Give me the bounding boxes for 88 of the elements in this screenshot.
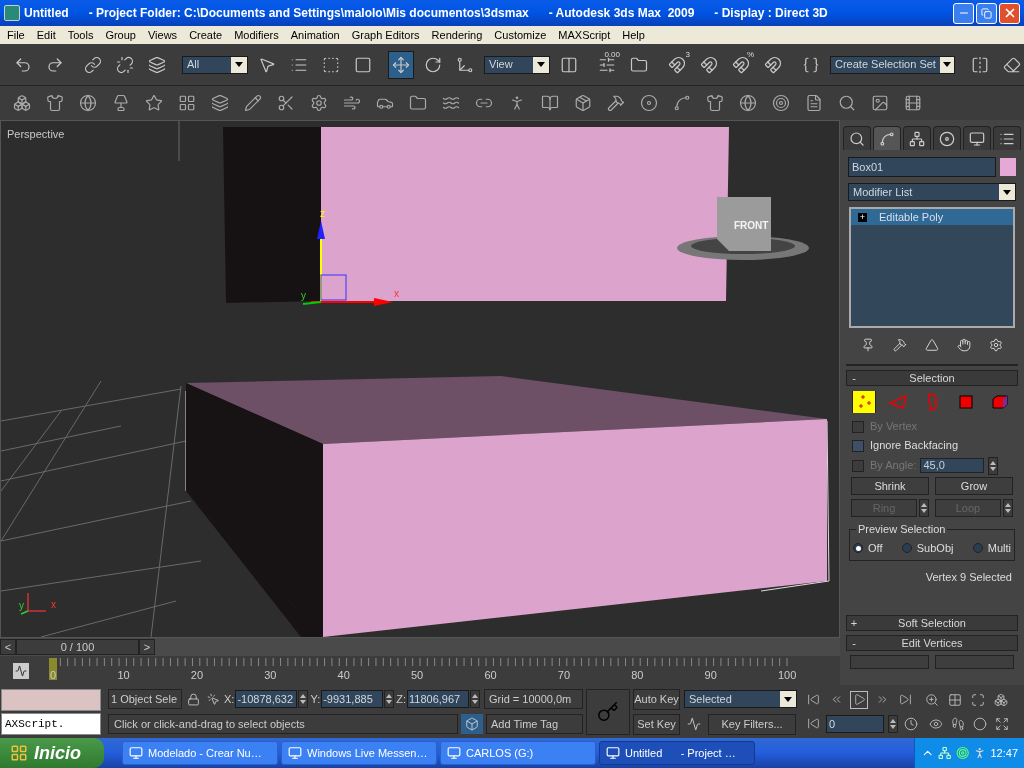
toolbar-dropdown[interactable]: All	[182, 55, 248, 74]
rollout-header[interactable]: - Selection	[846, 370, 1018, 386]
toolbar-dropdown[interactable]: View	[484, 55, 550, 74]
frame-number: 10	[117, 668, 130, 681]
time-next-button[interactable]: >	[139, 639, 155, 655]
stack-item[interactable]: + Editable Poly	[851, 209, 1013, 225]
group-title: Preview Selection	[856, 522, 948, 536]
axis-label: x	[51, 599, 56, 610]
coordinate-axis-label: Y:	[310, 691, 321, 707]
rollout-header[interactable]: + Soft Selection	[846, 615, 1018, 631]
frame-number: 20	[190, 668, 204, 681]
coordinate-field[interactable]: -9931,885	[321, 690, 384, 708]
rollout-toggle: -	[847, 369, 861, 387]
coordinate-field[interactable]: 11806,967	[407, 690, 469, 708]
time-prev-button[interactable]: <	[0, 639, 16, 655]
perspective-viewport[interactable]: z y x y x FRONT Perspective	[0, 120, 840, 638]
viewport-label[interactable]: Perspective	[7, 126, 65, 143]
frame-number: 80	[631, 668, 644, 681]
track-bar[interactable]: 0 10 20 30 40 50 60 70 80 90 100	[49, 657, 809, 684]
axis-label: z	[320, 208, 325, 219]
frame-number: 40	[337, 668, 350, 681]
taskbar-task[interactable]: Modelado - Crear Nu…	[122, 741, 278, 765]
expand-toggle[interactable]: +	[858, 212, 867, 222]
taskbar-task[interactable]: Untitled - Project …	[599, 741, 755, 765]
radio-label: Off	[868, 541, 883, 556]
frame-number: 100	[778, 668, 797, 681]
frame-number: 60	[484, 668, 497, 681]
frame-number: 30	[264, 668, 277, 681]
rollout-toggle: -	[847, 634, 861, 652]
toolbar-dropdown[interactable]: Create Selection Set	[830, 55, 955, 74]
rollout-title: Selection	[908, 370, 956, 386]
radio-label: SubObj	[916, 541, 954, 556]
menu-item[interactable]: Help	[616, 26, 651, 44]
grid-size-info: Grid = 10000,0m	[484, 689, 583, 709]
axis-label: y	[19, 600, 24, 611]
checkbox-label: Ignore Backfacing	[870, 438, 959, 454]
frame-number: 0	[50, 668, 57, 681]
magnet-button[interactable]: 3	[664, 50, 690, 79]
menu-item[interactable]: Views	[141, 26, 184, 44]
slider-button[interactable]: 0.00	[594, 50, 620, 79]
button-label: %	[746, 50, 754, 59]
radio-label: Multi	[987, 541, 1011, 556]
button-label: 0.00	[604, 50, 620, 59]
add-time-tag-field[interactable]: Add Time Tag	[486, 714, 583, 734]
menu-item[interactable]: Group	[99, 26, 142, 44]
frame-number: 70	[557, 668, 571, 681]
axis-label: y	[301, 290, 306, 301]
menu-item[interactable]: Customize	[488, 26, 553, 44]
menu-item[interactable]: Animation	[284, 26, 346, 44]
modifier-list-dropdown[interactable]: Modifier List	[848, 183, 1016, 201]
coordinate-axis-label: X:	[224, 691, 235, 707]
menu-item[interactable]: Tools	[61, 26, 100, 44]
button-label: 3	[685, 50, 690, 59]
rollout-title: Edit Vertices	[900, 635, 964, 651]
menu-item[interactable]: Create	[183, 26, 229, 44]
stack-item-label: Editable Poly	[879, 209, 944, 225]
listener-output-field[interactable]: AXScript.	[1, 712, 101, 735]
start-button[interactable]: Inicio	[0, 738, 104, 768]
object-name-field[interactable]: Box01	[848, 157, 996, 177]
key-mode-dropdown[interactable]: Selected	[684, 690, 797, 708]
menu-item[interactable]: Edit	[30, 26, 62, 44]
time-slider-thumb[interactable]: 0 / 100	[16, 639, 139, 655]
axis-label: x	[394, 288, 399, 299]
selection-status: Vertex 9 Selected	[924, 570, 1013, 585]
rollout-title: Soft Selection	[897, 615, 967, 631]
magnet-button[interactable]: %	[728, 50, 754, 79]
rollout-button[interactable]: Shrink	[851, 477, 929, 495]
menu-item[interactable]: Graph Editors	[345, 26, 426, 44]
clock: 12:47	[990, 745, 1018, 761]
menu-item[interactable]: MAXScript	[552, 26, 617, 44]
rollout-header[interactable]: - Edit Vertices	[846, 635, 1018, 651]
coordinate-field[interactable]: -10878,632	[235, 690, 298, 708]
set-key-button[interactable]: Set Key	[633, 713, 680, 735]
current-frame-field[interactable]: 0	[826, 714, 884, 733]
menu-item[interactable]: Rendering	[425, 26, 489, 44]
coordinate-axis-label: Z:	[396, 691, 406, 707]
taskbar-task[interactable]: CARLOS (G:)	[440, 741, 596, 765]
rollout-toggle: +	[847, 614, 861, 632]
menu-item[interactable]: Modifiers	[228, 26, 285, 44]
auto-key-button[interactable]: Auto Key	[633, 688, 680, 710]
taskbar-task[interactable]: Windows Live Messen…	[281, 741, 437, 765]
menu-item[interactable]: File	[1, 26, 31, 44]
frame-number: 50	[411, 668, 424, 681]
frame-number: 90	[704, 668, 717, 681]
rollout-button[interactable]: Grow	[935, 477, 1013, 495]
selection-info: 1 Object Sele	[108, 689, 182, 709]
window-title: Untitled - Project Folder: C:\Documents and Settings\malolo\Mis documentos\3dsmax - Autodesk 3ds Max 2009 - Display : Direct 3D	[24, 5, 829, 22]
key-filters-button[interactable]: Key Filters...	[708, 713, 796, 735]
